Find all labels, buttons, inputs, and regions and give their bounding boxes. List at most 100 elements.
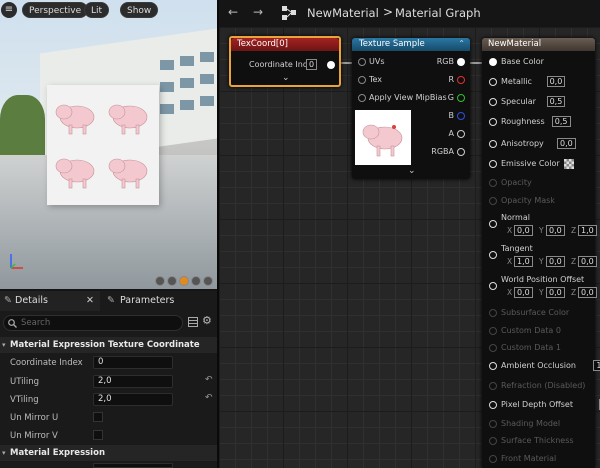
vector-x-field[interactable]: 0,0 (514, 225, 533, 236)
texcoord-node-title: TexCoord[0] (231, 38, 339, 51)
vector-z-field[interactable]: 1,0 (578, 225, 597, 236)
texture-sample-node[interactable]: Texture Sample ⌃ UVs Tex Apply View MipB… (352, 38, 470, 179)
material-input-pin[interactable] (489, 309, 497, 317)
material-pin-label: Specular (501, 97, 536, 106)
material-result-node[interactable]: NewMaterial Base Color Metallic 0,0 Specula… (482, 38, 600, 468)
material-pin-row[interactable]: Specular 0,5 (482, 95, 595, 109)
chevron-up-icon[interactable]: ⌃ (458, 39, 465, 48)
r-label: R (448, 75, 454, 84)
material-pin-label: Emissive Color (501, 159, 560, 168)
material-input-pin[interactable] (489, 382, 497, 390)
vector-x-field[interactable]: 1,0 (514, 256, 533, 267)
material-input-pin[interactable] (489, 251, 497, 259)
material-pin-row: Subsurface Color (482, 306, 595, 320)
material-input-pin[interactable] (489, 140, 497, 148)
uvs-input-pin[interactable] (358, 58, 366, 66)
material-pin-row[interactable]: Emissive Color (482, 157, 595, 171)
vector-y-field[interactable]: 0,0 (546, 225, 565, 236)
material-pin-row[interactable]: Anisotropy 0,0 (482, 137, 595, 151)
material-pin-label: Front Material (501, 454, 557, 463)
b-label: B (448, 111, 455, 120)
material-pin-label: Custom Data 0 (501, 326, 561, 335)
emissive-color-swatch[interactable] (564, 159, 574, 169)
texture-thumbnail (355, 110, 411, 165)
material-pin-label: Tangent (501, 244, 533, 253)
texcoord-index-value[interactable]: 0 (306, 59, 318, 70)
tex-label: Tex (369, 75, 383, 84)
material-pin-value[interactable]: 0,0 (546, 76, 566, 87)
a-output-pin[interactable] (457, 130, 465, 138)
vector-z-field[interactable]: 0,0 (578, 256, 597, 267)
axis-letter: Z (571, 257, 577, 266)
material-pin-row: Surface Thickness (482, 434, 595, 448)
material-pin-label: Custom Data 1 (501, 343, 561, 352)
texcoord-output-pin[interactable] (327, 61, 335, 69)
material-pin-row[interactable]: Ambient Occlusion 1,0 (482, 359, 600, 373)
material-input-pin[interactable] (489, 282, 497, 290)
material-input-pin[interactable] (489, 58, 497, 66)
material-pin-label: World Position Offset (501, 275, 585, 284)
g-output-pin[interactable] (457, 94, 465, 102)
chevron-down-icon[interactable]: ⌄ (408, 166, 416, 176)
material-pin-value[interactable]: 0,5 (546, 96, 566, 107)
uvs-label: UVs (369, 57, 385, 66)
material-vector-pin-row[interactable]: World Position Offset X 0,0 Y 0,0 Z 0,0 (482, 275, 597, 303)
axis-letter: Y (539, 257, 544, 266)
material-vector-pin-row[interactable]: Tangent X 1,0 Y 0,0 Z 0,0 (482, 244, 597, 272)
material-input-pin[interactable] (489, 78, 497, 86)
mipbias-label: Apply View MipBias (369, 93, 447, 102)
material-pin-label: Normal (501, 213, 530, 222)
material-vector-pin-row[interactable]: Normal X 0,0 Y 0,0 Z 1,0 (482, 213, 597, 241)
vector-y-field[interactable]: 0,0 (546, 256, 565, 267)
material-pin-value[interactable]: 0,5 (551, 116, 571, 127)
tex-input-pin[interactable] (358, 76, 366, 84)
material-pin-label: Base Color (501, 57, 544, 66)
material-pin-row: Opacity Mask (482, 194, 595, 208)
material-pin-row[interactable]: Metallic 0,0 (482, 75, 595, 89)
vector-y-field[interactable]: 0,0 (546, 287, 565, 298)
material-input-pin[interactable] (489, 98, 497, 106)
material-input-pin[interactable] (489, 327, 497, 335)
material-input-pin[interactable] (489, 197, 497, 205)
material-pin-label: Metallic (501, 77, 532, 86)
texcoord-node[interactable]: TexCoord[0] Coordinate Index 0 ⌄ (229, 36, 341, 87)
material-pin-value[interactable]: 1,0 (593, 360, 600, 371)
axis-letter: Y (539, 288, 544, 297)
vector-x-field[interactable]: 0,0 (514, 287, 533, 298)
material-pin-label: Surface Thickness (501, 436, 574, 445)
material-input-pin[interactable] (489, 362, 497, 370)
material-pin-row: Opacity (482, 176, 595, 190)
material-pin-row[interactable]: Base Color (482, 55, 595, 69)
material-pin-row: Custom Data 1 (482, 341, 595, 355)
material-pin-row[interactable]: Pixel Depth Offset0,0 (482, 398, 600, 412)
chevron-down-icon[interactable]: ⌄ (282, 73, 290, 83)
material-input-pin[interactable] (489, 437, 497, 445)
material-input-pin[interactable] (489, 344, 497, 352)
material-pin-label: Shading Model (501, 419, 561, 428)
axis-letter: Z (571, 288, 577, 297)
material-pin-label: Refraction (Disabled) (501, 381, 586, 390)
axis-letter: X (507, 257, 513, 266)
material-pin-row: Custom Data 0 (482, 324, 595, 338)
material-input-pin[interactable] (489, 179, 497, 187)
r-output-pin[interactable] (457, 76, 465, 84)
material-input-pin[interactable] (489, 455, 497, 463)
b-output-pin[interactable] (457, 112, 465, 120)
material-pin-label: Ambient Occlusion (501, 361, 576, 370)
material-input-pin[interactable] (489, 401, 497, 409)
material-pin-row[interactable]: Roughness 0,5 (482, 115, 595, 129)
material-input-pin[interactable] (489, 220, 497, 228)
material-pin-row: Front Material (482, 452, 595, 466)
material-input-pin[interactable] (489, 420, 497, 428)
rgb-output-pin[interactable] (457, 58, 465, 66)
mipbias-input-pin[interactable] (358, 94, 366, 102)
vector-z-field[interactable]: 0,0 (578, 287, 597, 298)
material-input-pin[interactable] (489, 160, 497, 168)
material-pin-row: Shading Model (482, 417, 595, 431)
rgba-output-pin[interactable] (457, 148, 465, 156)
material-pin-value[interactable]: 0,0 (557, 138, 576, 149)
material-node-title: NewMaterial (482, 38, 595, 51)
material-pin-label: Anisotropy (501, 139, 544, 148)
material-input-pin[interactable] (489, 118, 497, 126)
material-pin-row: Refraction (Disabled) (482, 379, 595, 393)
